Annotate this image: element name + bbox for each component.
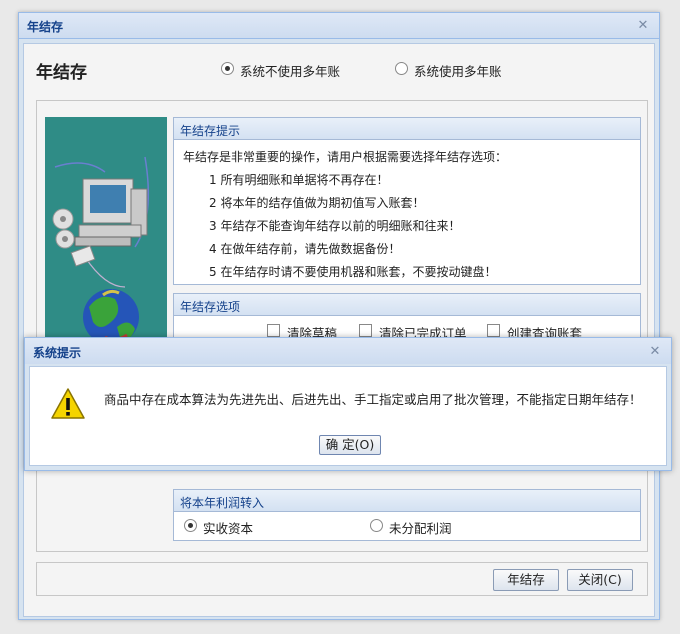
options-panel-title: 年结存选项 [180, 300, 241, 314]
dialog-title: 系统提示 [33, 346, 82, 360]
checkbox-create-query-set[interactable] [487, 324, 500, 337]
radio-paid-in-capital-label: 实收资本 [203, 521, 254, 536]
hint-item: 4 在做年结存前，请先做数据备份！ [209, 242, 401, 256]
hint-item: 5 在年结存时请不要使用机器和账套，不要按动键盘！ [209, 265, 497, 279]
ok-button[interactable]: 确 定(O) [319, 435, 381, 455]
dialog-titlebar: 系统提示 ✕ [25, 338, 671, 364]
profit-panel-title: 将本年利润转入 [180, 496, 265, 510]
warning-icon [51, 388, 85, 419]
checkbox-clear-orders[interactable] [359, 324, 372, 337]
checkbox-clear-drafts[interactable] [267, 324, 280, 337]
window-body: 年结存 系统不使用多年账 系统使用多年账 年结存提示 年结存是非常重要的操作，请… [23, 43, 655, 617]
radio-single-year[interactable] [221, 62, 234, 75]
computer-illustration [45, 117, 167, 357]
hint-item: 1 所有明细账和单据将不再存在！ [209, 173, 389, 187]
computer-globe-icon [52, 156, 150, 345]
page-title: 年结存 [36, 63, 87, 83]
window-title: 年结存 [27, 20, 64, 34]
window-titlebar: 年结存 ✕ [19, 13, 659, 39]
profit-panel-header: 将本年利润转入 [174, 490, 640, 512]
radio-single-year-label: 系统不使用多年账 [240, 64, 341, 79]
main-window: 年结存 ✕ 年结存 系统不使用多年账 系统使用多年账 年结存提示 年结存是非常重… [18, 12, 660, 620]
radio-paid-in-capital[interactable] [184, 519, 197, 532]
profit-panel: 将本年利润转入 实收资本 未分配利润 [173, 489, 641, 541]
dialog-message: 商品中存在成本算法为先进先出、后进先出、手工指定或启用了批次管理，不能指定日期年… [104, 392, 642, 407]
year-close-button[interactable]: 年结存 [493, 569, 559, 591]
hint-item: 3 年结存不能查询年结存以前的明细账和往来！ [209, 219, 461, 233]
dialog-close-icon[interactable]: ✕ [647, 344, 663, 360]
radio-undistributed-profit[interactable] [370, 519, 383, 532]
radio-undistributed-profit-label: 未分配利润 [389, 521, 452, 536]
options-panel-header: 年结存选项 [174, 294, 640, 316]
hint-panel-header: 年结存提示 [174, 118, 640, 140]
radio-multi-year-label: 系统使用多年账 [414, 64, 502, 79]
radio-multi-year[interactable] [395, 62, 408, 75]
content-panel: 年结存提示 年结存是非常重要的操作，请用户根据需要选择年结存选项： 1 所有明细… [36, 100, 648, 552]
hint-panel: 年结存提示 年结存是非常重要的操作，请用户根据需要选择年结存选项： 1 所有明细… [173, 117, 641, 285]
window-close-icon[interactable]: ✕ [635, 18, 651, 34]
button-bar: 年结存 关闭(C) [36, 562, 648, 596]
hint-panel-title: 年结存提示 [180, 124, 241, 138]
hint-intro: 年结存是非常重要的操作，请用户根据需要选择年结存选项： [183, 150, 508, 164]
dialog-body: 商品中存在成本算法为先进先出、后进先出、手工指定或启用了批次管理，不能指定日期年… [29, 366, 667, 466]
hint-item: 2 将本年的结存值做为期初值写入账套！ [209, 196, 425, 210]
close-button[interactable]: 关闭(C) [567, 569, 633, 591]
system-prompt-dialog: 系统提示 ✕ 商品中存在成本算法为先进先出、后进先出、手工指定或启用了批次管理，… [24, 337, 672, 471]
